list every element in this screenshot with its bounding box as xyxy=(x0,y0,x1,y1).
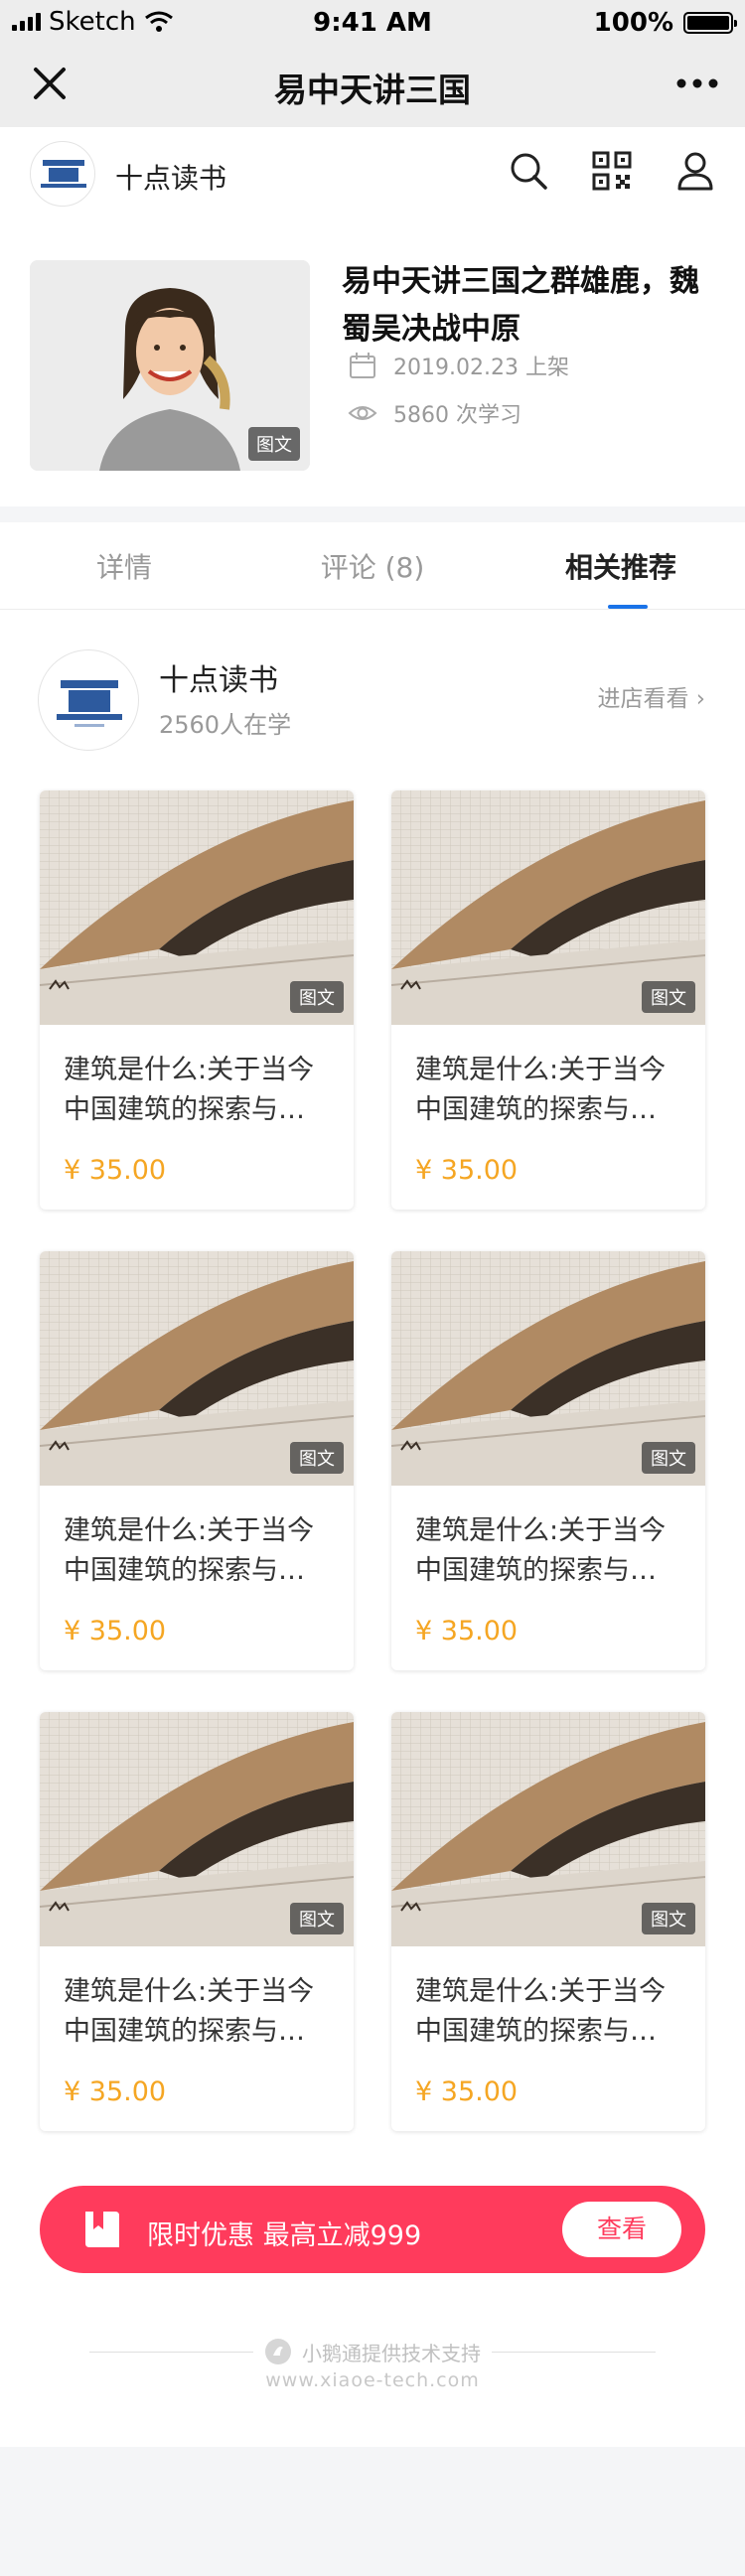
product-grid: 图文 建筑是什么:关于当今中国建筑的探索与… ¥ 35.00 图文 建筑是什么:… xyxy=(40,790,705,2131)
product-price: ¥ 35.00 xyxy=(64,1616,167,1646)
logo-icon xyxy=(265,2339,291,2364)
footer: 小鹅通提供技术支持 www.xiaoe-tech.com xyxy=(0,2324,745,2391)
product-badge: 图文 xyxy=(642,981,695,1013)
product-price: ¥ 35.00 xyxy=(64,1155,167,1186)
page-title: 易中天讲三国 xyxy=(274,71,471,109)
tab-details[interactable]: 详情 xyxy=(0,546,248,586)
promo-view-button[interactable]: 查看 xyxy=(562,2202,681,2257)
eye-icon xyxy=(348,406,377,420)
tab-bar: 详情 评论 (8) 相关推荐 xyxy=(0,522,745,610)
article-views: 5860 次学习 xyxy=(393,403,522,428)
article-date-row: 2019.02.23 上架 xyxy=(348,350,569,381)
promo-banner[interactable]: 限时优惠 最高立减999 查看 xyxy=(40,2186,705,2273)
footer-url: www.xiaoe-tech.com xyxy=(265,2369,480,2391)
battery-icon xyxy=(683,12,737,34)
product-title: 建筑是什么:关于当今中国建筑的探索与… xyxy=(64,1055,315,1125)
recommend-section: 十点读书 2560人在学 进店看看 › 图文 建筑是什么:关于当今中国建筑的探索… xyxy=(0,610,745,2447)
product-title: 建筑是什么:关于当今中国建筑的探索与… xyxy=(64,1515,315,1586)
product-image: 图文 xyxy=(40,1712,354,1946)
product-badge: 图文 xyxy=(642,1442,695,1474)
footer-divider-left xyxy=(89,2352,253,2353)
shop-name[interactable]: 十点读书 xyxy=(115,157,226,197)
article-title: 易中天讲三国之群雄鹿，魏蜀吴决战中原 xyxy=(342,264,699,347)
product-card[interactable]: 图文 建筑是什么:关于当今中国建筑的探索与… ¥ 35.00 xyxy=(391,790,705,1210)
product-card[interactable]: 图文 建筑是什么:关于当今中国建筑的探索与… ¥ 35.00 xyxy=(391,1712,705,2131)
store-learner-count: 2560人在学 xyxy=(159,711,292,739)
product-title: 建筑是什么:关于当今中国建筑的探索与… xyxy=(64,1976,315,2047)
store-logo[interactable] xyxy=(38,649,139,751)
status-bar: Sketch 9:41 AM 100% xyxy=(0,0,745,40)
product-card[interactable]: 图文 建筑是什么:关于当今中国建筑的探索与… ¥ 35.00 xyxy=(40,1712,354,2131)
product-image: 图文 xyxy=(391,1251,705,1486)
footer-text: 小鹅通提供技术支持 xyxy=(302,2341,481,2365)
article-cover: 图文 xyxy=(30,260,310,471)
battery-group: 100% xyxy=(593,8,737,38)
footer-divider-right xyxy=(492,2352,656,2353)
tab-recommended[interactable]: 相关推荐 xyxy=(497,546,745,586)
product-price: ¥ 35.00 xyxy=(64,2076,167,2107)
article-date: 2019.02.23 上架 xyxy=(393,356,569,380)
more-icon[interactable] xyxy=(673,70,721,97)
shop-actions xyxy=(507,149,717,193)
store-name[interactable]: 十点读书 xyxy=(159,655,278,699)
shop-logo[interactable] xyxy=(30,141,95,207)
product-price: ¥ 35.00 xyxy=(415,2076,519,2107)
promo-text: 限时优惠 最高立减999 xyxy=(147,2220,422,2251)
tab-comments[interactable]: 评论 (8) xyxy=(248,546,497,586)
nav-bar: 易中天讲三国 xyxy=(0,40,745,127)
visit-store-link[interactable]: 进店看看 › xyxy=(597,679,705,713)
battery-percent: 100% xyxy=(593,8,673,38)
product-image: 图文 xyxy=(391,1712,705,1946)
product-price: ¥ 35.00 xyxy=(415,1616,519,1646)
product-image: 图文 xyxy=(40,1251,354,1486)
article-header: 图文 易中天讲三国之群雄鹿，魏蜀吴决战中原 2019.02.23 上架 5860… xyxy=(0,222,745,506)
user-icon[interactable] xyxy=(673,149,717,193)
shop-header: 十点读书 xyxy=(0,127,745,222)
product-title: 建筑是什么:关于当今中国建筑的探索与… xyxy=(415,1055,667,1125)
cover-badge: 图文 xyxy=(248,427,300,461)
product-price: ¥ 35.00 xyxy=(415,1155,519,1186)
product-badge: 图文 xyxy=(642,1903,695,1934)
product-card[interactable]: 图文 建筑是什么:关于当今中国建筑的探索与… ¥ 35.00 xyxy=(40,1251,354,1670)
product-badge: 图文 xyxy=(290,981,344,1013)
product-badge: 图文 xyxy=(290,1442,344,1474)
product-card[interactable]: 图文 建筑是什么:关于当今中国建筑的探索与… ¥ 35.00 xyxy=(40,790,354,1210)
book-icon xyxy=(85,2212,119,2247)
article-views-row: 5860 次学习 xyxy=(348,397,522,429)
product-title: 建筑是什么:关于当今中国建筑的探索与… xyxy=(415,1515,667,1586)
active-tab-indicator xyxy=(608,605,648,609)
calendar-icon xyxy=(350,353,375,378)
qrcode-icon[interactable] xyxy=(590,149,634,193)
product-badge: 图文 xyxy=(290,1903,344,1934)
product-image: 图文 xyxy=(40,790,354,1025)
product-card[interactable]: 图文 建筑是什么:关于当今中国建筑的探索与… ¥ 35.00 xyxy=(391,1251,705,1670)
search-icon[interactable] xyxy=(507,149,550,193)
product-title: 建筑是什么:关于当今中国建筑的探索与… xyxy=(415,1976,667,2047)
product-image: 图文 xyxy=(391,790,705,1025)
